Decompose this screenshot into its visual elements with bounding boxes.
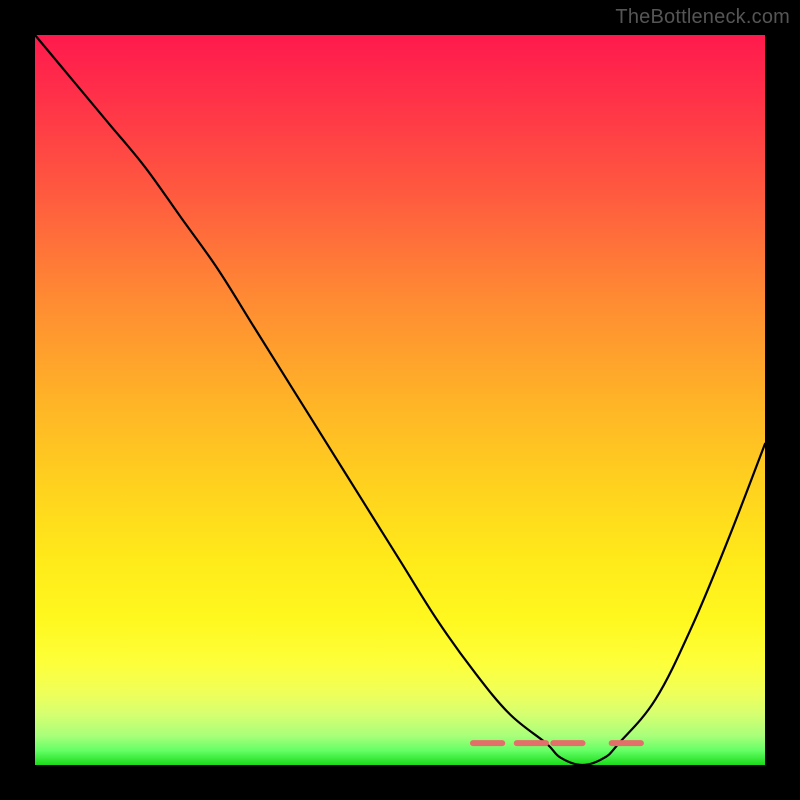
curve-layer	[35, 35, 765, 765]
bottleneck-curve	[35, 35, 765, 765]
watermark-text: TheBottleneck.com	[615, 6, 790, 29]
plot-area	[35, 35, 765, 765]
chart-stage: TheBottleneck.com	[0, 0, 800, 800]
